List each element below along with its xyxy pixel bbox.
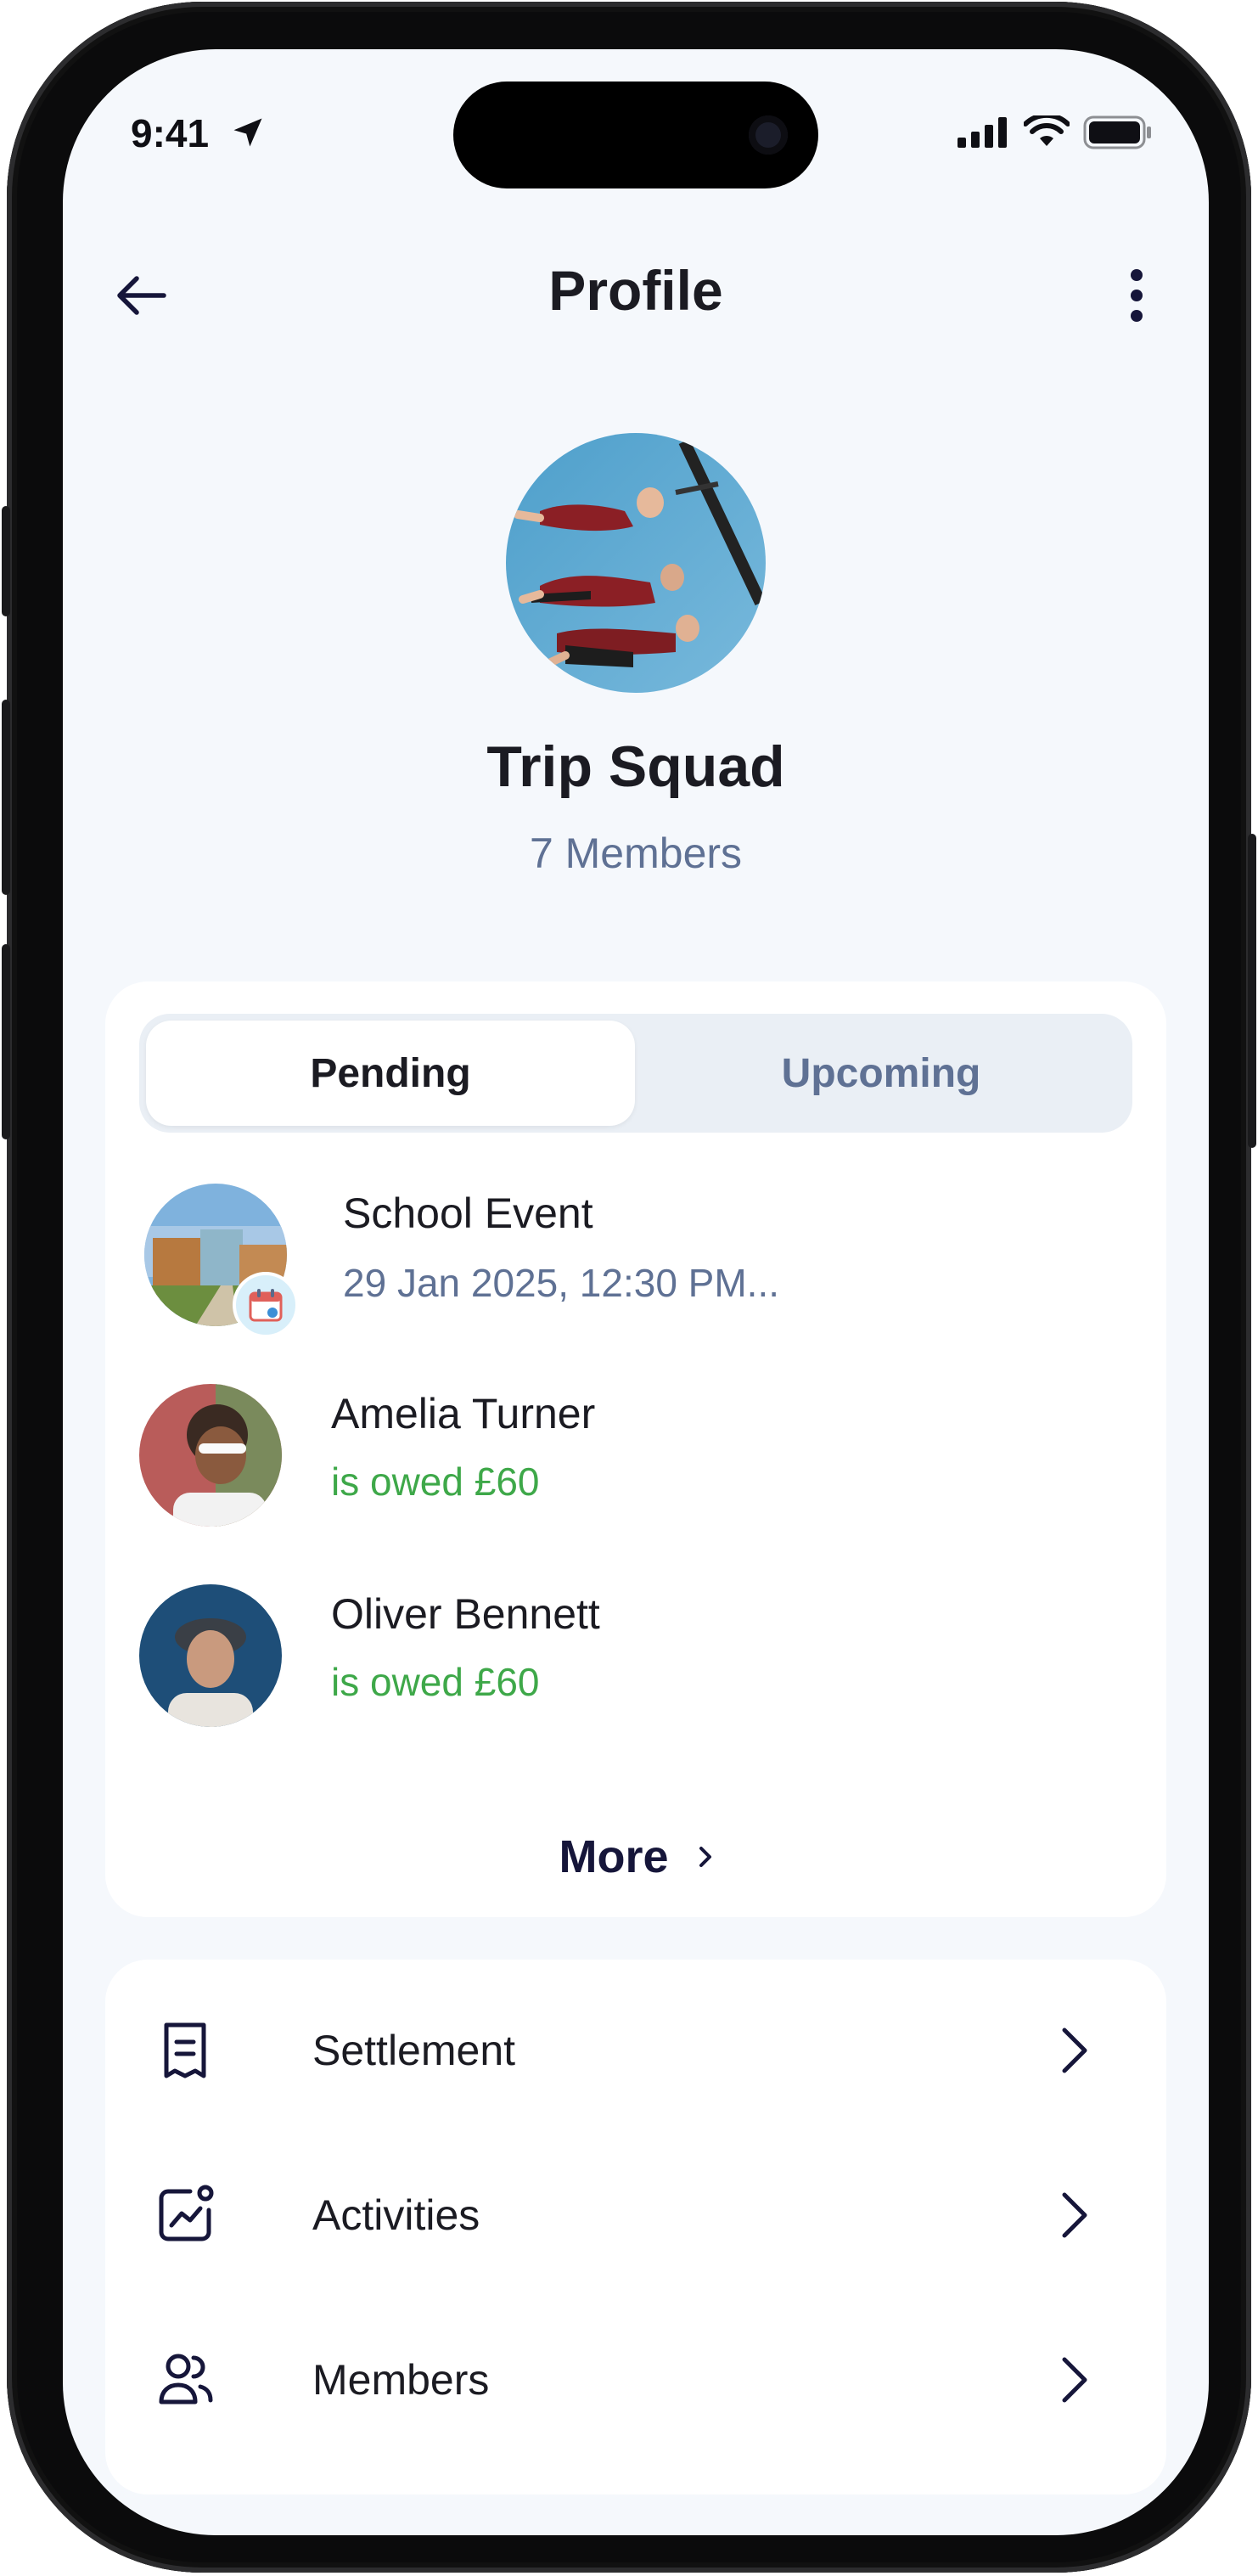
- avatar: [139, 1384, 282, 1527]
- menu-item-activities[interactable]: Activities: [105, 2134, 1166, 2296]
- item-subtitle: is owed £60: [331, 1660, 540, 1704]
- page-title: Profile: [548, 259, 723, 322]
- item-subtitle: is owed £60: [331, 1460, 540, 1504]
- battery-icon: [1083, 115, 1151, 149]
- menu-label: Settlement: [312, 2027, 516, 2074]
- activity-card: Pending Upcoming School Event 29 Jan 202…: [105, 981, 1166, 1917]
- list-item[interactable]: School Event 29 Jan 2025, 12:30 PM...: [139, 1184, 1132, 1345]
- dynamic-island: [453, 82, 818, 188]
- volume-up-button: [2, 700, 10, 895]
- list-item[interactable]: Amelia Turner is owed £60: [139, 1384, 1132, 1545]
- screen: 9:41 Profile Trip Squad 7 Members Pendin…: [63, 49, 1209, 2535]
- status-icons: [958, 115, 1153, 149]
- calendar-icon: [249, 1289, 283, 1322]
- location-arrow-icon: [233, 118, 262, 147]
- chevron-right-icon: [699, 1847, 711, 1867]
- tab-pending[interactable]: Pending: [146, 1021, 635, 1126]
- menu-label: Members: [312, 2356, 490, 2404]
- calendar-badge: [233, 1272, 299, 1338]
- members-count[interactable]: 7 Members: [63, 829, 1209, 878]
- list-item[interactable]: Oliver Bennett is owed £60: [139, 1584, 1132, 1746]
- more-label: More: [559, 1831, 669, 1882]
- item-title: Amelia Turner: [331, 1390, 596, 1437]
- menu-item-settlement[interactable]: Settlement: [105, 1970, 1166, 2131]
- item-subtitle: 29 Jan 2025, 12:30 PM...: [343, 1261, 780, 1305]
- status-time: 9:41: [131, 111, 210, 155]
- chevron-right-icon: [1062, 2192, 1087, 2238]
- more-options-button[interactable]: [1107, 262, 1166, 329]
- tab-upcoming[interactable]: Upcoming: [637, 1021, 1126, 1126]
- group-photo: [506, 433, 766, 693]
- menu-item-members[interactable]: Members: [105, 2299, 1166, 2461]
- item-title: School Event: [343, 1190, 593, 1237]
- cellular-signal-icon: [958, 117, 1007, 148]
- group-name: Trip Squad: [486, 734, 785, 799]
- segmented-control: Pending Upcoming: [139, 1014, 1132, 1133]
- avatar: [139, 1584, 282, 1727]
- users-icon: [159, 2354, 213, 2404]
- more-vertical-icon: [1131, 269, 1143, 322]
- power-button: [1248, 834, 1256, 1148]
- camera-icon: [749, 115, 788, 155]
- volume-down-button: [2, 944, 10, 1139]
- item-title: Oliver Bennett: [331, 1590, 600, 1638]
- chevron-right-icon: [1062, 2357, 1087, 2403]
- more-button[interactable]: More: [105, 1831, 1166, 1883]
- chevron-right-icon: [1062, 2028, 1087, 2073]
- receipt-icon: [164, 2022, 206, 2078]
- phone-frame: 9:41 Profile Trip Squad 7 Members Pendin…: [2, 2, 1256, 2573]
- wifi-icon: [1024, 115, 1070, 146]
- menu-label: Activities: [312, 2191, 480, 2239]
- group-avatar[interactable]: [506, 433, 766, 693]
- action-button: [2, 506, 10, 616]
- menu-card: Settlement Activities Members: [105, 1960, 1166, 2494]
- activity-chart-icon: [159, 2185, 214, 2241]
